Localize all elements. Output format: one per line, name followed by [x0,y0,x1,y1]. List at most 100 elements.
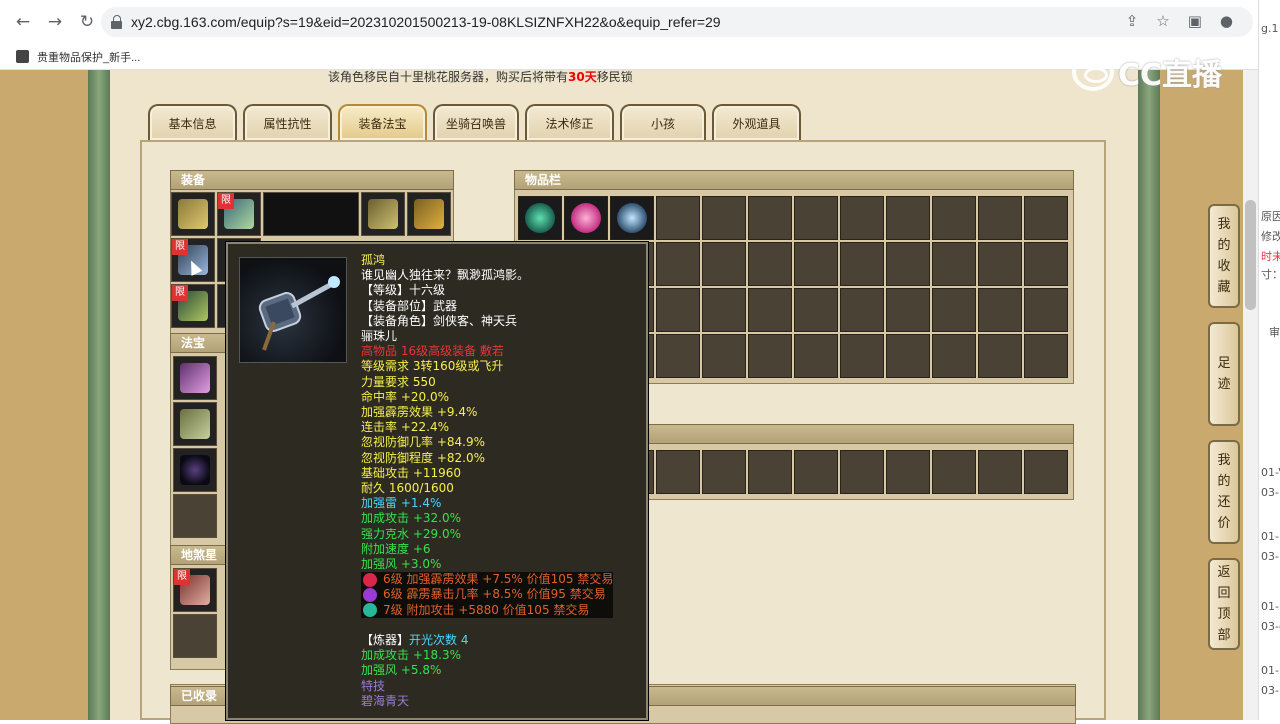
limit-badge: 限 [172,285,188,301]
inventory-slot[interactable] [978,288,1022,332]
tab-basic-info[interactable]: 基本信息 [148,104,237,140]
equip-slot[interactable] [361,192,405,236]
inventory-slot[interactable] [978,196,1022,240]
inventory-slot[interactable] [1024,196,1068,240]
inventory-slot[interactable] [886,288,930,332]
inventory-slot[interactable] [748,450,792,494]
equip-title: 装备 [170,170,454,190]
inventory-slot[interactable] [978,450,1022,494]
tab-mounts[interactable]: 坐骑召唤兽 [433,104,519,140]
bookmark-item[interactable]: 贵重物品保护_新手... [37,49,140,65]
gem-row: 6级 加强霹雳效果 +7.5% 价值105 禁交易 [361,572,614,588]
share-icon[interactable]: ⇪ [1126,12,1139,30]
inventory-slot[interactable] [886,334,930,378]
inventory-slot[interactable] [702,334,746,378]
btn-char: 藏 [1217,280,1231,295]
fabao-slot[interactable] [173,448,217,492]
btn-char: 返 [1217,565,1231,580]
inventory-slot[interactable] [794,196,838,240]
equip-slot[interactable] [263,192,359,236]
inventory-slot[interactable] [886,196,930,240]
back-to-top-button[interactable]: 返回顶部 [1208,558,1240,650]
inventory-slot[interactable] [656,242,700,286]
inventory-slot[interactable] [932,450,976,494]
inventory-slot[interactable] [702,196,746,240]
disha-slot[interactable]: 限 [173,568,217,612]
fabao-slot[interactable] [173,402,217,446]
req-level: 等级需求 3转160级或飞升 [361,359,504,374]
weapon-image [239,257,347,363]
inventory-slot[interactable] [748,242,792,286]
disha-title: 地煞星 [170,545,230,565]
inventory-slot[interactable] [978,334,1022,378]
tab-equipment[interactable]: 装备法宝 [338,104,427,140]
inventory-slot[interactable] [978,242,1022,286]
forward-icon[interactable]: → [40,7,70,37]
heart-gem-icon [571,203,601,233]
equip-slot[interactable] [407,192,451,236]
fabao-title: 法宝 [170,333,230,353]
fabao-slot[interactable] [173,356,217,400]
inventory-slot[interactable] [564,196,608,240]
sidebar-icon[interactable]: ▣ [1188,12,1202,30]
profile-icon[interactable]: ● [1220,12,1233,30]
inventory-slot[interactable] [932,242,976,286]
equip-slot[interactable]: 限 [171,284,215,328]
inventory-slot[interactable] [932,288,976,332]
inventory-slot[interactable] [702,288,746,332]
inventory-slot[interactable] [656,288,700,332]
inventory-slot[interactable] [840,288,884,332]
inventory-slot[interactable] [702,242,746,286]
inventory-slot[interactable] [518,196,562,240]
inventory-slot[interactable] [840,196,884,240]
back-icon[interactable]: ← [8,7,38,37]
inventory-slot[interactable] [794,334,838,378]
inventory-slot[interactable] [610,196,654,240]
inventory-slot[interactable] [886,242,930,286]
history-button[interactable]: 足迹 [1208,322,1240,426]
inventory-slot[interactable] [748,288,792,332]
tab-attributes[interactable]: 属性抗性 [243,104,332,140]
stat-line: 基础攻击 +11960 [361,465,462,480]
inventory-slot[interactable] [656,334,700,378]
address-bar[interactable]: xy2.cbg.163.com/equip?s=19&eid=202310201… [101,7,1253,37]
side-fragment: 寸： [1261,268,1280,281]
gem-row: 7级 附加攻击 +5880 价值105 禁交易 [361,602,614,618]
btn-char: 足 [1217,356,1231,371]
inventory-slot[interactable] [794,242,838,286]
tab-child[interactable]: 小孩 [620,104,706,140]
inventory-slot[interactable] [932,196,976,240]
tab-spells[interactable]: 法术修正 [525,104,614,140]
favorites-button[interactable]: 我的收藏 [1208,204,1240,308]
inventory-slot[interactable] [840,450,884,494]
inventory-slot[interactable] [1024,334,1068,378]
inventory-slot[interactable] [932,334,976,378]
inventory-slot[interactable] [748,334,792,378]
inventory-slot[interactable] [1024,242,1068,286]
inventory-slot[interactable] [1024,450,1068,494]
inventory-slot[interactable] [1024,288,1068,332]
equip-slot[interactable] [171,192,215,236]
star-icon[interactable]: ☆ [1156,12,1169,30]
inventory-slot[interactable] [656,450,700,494]
notice-prefix: 该角色移民自十里桃花服务器，购买后将带有 [328,70,569,84]
reload-icon[interactable]: ↻ [72,7,102,37]
inventory-slot[interactable] [794,288,838,332]
my-offers-button[interactable]: 我的还价 [1208,440,1240,544]
notice-suffix: 移民锁 [596,70,633,84]
inventory-slot[interactable] [656,196,700,240]
frame-right [1138,70,1160,720]
inventory-slot[interactable] [748,196,792,240]
scrollbar[interactable] [1243,70,1258,720]
fabao-slot[interactable] [173,494,217,538]
inventory-slot[interactable] [702,450,746,494]
fabao-item-icon [180,409,210,439]
inventory-slot[interactable] [840,242,884,286]
scrollbar-thumb[interactable] [1245,200,1256,310]
equip-slot[interactable]: 限 [217,192,261,236]
inventory-slot[interactable] [794,450,838,494]
inventory-slot[interactable] [886,450,930,494]
disha-slot[interactable] [173,614,217,658]
inventory-slot[interactable] [840,334,884,378]
tab-appearance[interactable]: 外观道具 [712,104,801,140]
